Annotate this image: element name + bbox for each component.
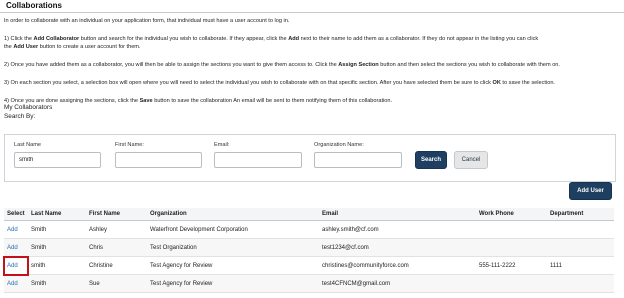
add-collaborator-link[interactable]: Add bbox=[7, 245, 18, 251]
search-by-heading: Search By: bbox=[4, 113, 36, 120]
select-cell: Add bbox=[4, 238, 28, 257]
column-header-email: Email bbox=[319, 208, 476, 221]
step-1-bold-add: Add bbox=[288, 36, 300, 42]
step-3-text: to save the selection. bbox=[500, 80, 555, 86]
table-row: Add Smith Sue Test Agency for Review tes… bbox=[4, 274, 614, 293]
add-collaborator-link[interactable]: Add bbox=[7, 227, 18, 233]
intro-text: In order to collaborate with an individu… bbox=[4, 18, 290, 24]
page-title: Collaborations bbox=[6, 1, 63, 10]
step-4-bold-save: Save bbox=[139, 98, 153, 104]
instruction-step-2: 2) Once you have added them as a collabo… bbox=[4, 61, 616, 69]
organization-name-label: Organization Name: bbox=[314, 142, 364, 148]
select-cell-highlighted: Add bbox=[3, 255, 29, 276]
email-label: Email: bbox=[214, 142, 230, 148]
last-name-cell: Smith bbox=[28, 238, 86, 257]
organization-cell: Test Agency for Review bbox=[147, 256, 319, 275]
step-4-text: button to save the collaboration An emai… bbox=[152, 98, 393, 104]
department-cell bbox=[547, 238, 614, 257]
email-cell: test1234@cf.com bbox=[319, 238, 476, 257]
search-button[interactable]: Search bbox=[415, 151, 447, 169]
table-row: Add Smith Ashley Waterfront Development … bbox=[4, 220, 614, 239]
search-panel: Last Name First Name: Email: Organizatio… bbox=[4, 134, 616, 182]
add-collaborator-link[interactable]: Add bbox=[7, 263, 18, 269]
email-cell: ashley.smith@cf.com bbox=[319, 220, 476, 239]
step-2-bold-assign-section: Assign Section bbox=[338, 62, 379, 68]
work-phone-cell bbox=[476, 274, 547, 293]
title-bar: Collaborations bbox=[0, 0, 624, 12]
step-1-text: 1) Click the bbox=[4, 36, 34, 42]
column-header-organization: Organization bbox=[147, 208, 319, 221]
department-cell bbox=[547, 220, 614, 239]
step-1-text: next to their name to add them as a coll… bbox=[299, 36, 539, 42]
step-1-text: button to create a user account for them… bbox=[38, 44, 141, 50]
department-cell bbox=[547, 274, 614, 293]
email-cell: christines@communityforce.com bbox=[319, 256, 476, 275]
select-cell: Add bbox=[4, 274, 28, 293]
my-collaborators-heading: My Collaborators bbox=[4, 104, 53, 111]
column-header-select: Select bbox=[4, 208, 28, 221]
last-name-cell: Smith bbox=[28, 220, 86, 239]
first-name-input[interactable] bbox=[115, 152, 202, 168]
last-name-input[interactable] bbox=[14, 152, 101, 168]
first-name-label: First Name: bbox=[115, 142, 144, 148]
column-header-first-name: First Name bbox=[86, 208, 147, 221]
table-row: Add smith Christine Test Agency for Revi… bbox=[3, 255, 614, 276]
table-row: Add Smith Chris Test Organization test12… bbox=[4, 238, 614, 257]
cancel-button[interactable]: Cancel bbox=[454, 151, 488, 169]
email-cell: test4CFNCM@gmail.com bbox=[319, 274, 476, 293]
column-header-last-name: Last Name bbox=[28, 208, 86, 221]
work-phone-cell bbox=[476, 220, 547, 239]
step-1-text: the bbox=[4, 44, 14, 50]
work-phone-cell bbox=[476, 238, 547, 257]
add-user-button[interactable]: Add User bbox=[569, 182, 612, 200]
column-header-department: Department bbox=[547, 208, 614, 221]
first-name-cell: Sue bbox=[86, 274, 147, 293]
column-header-work-phone: Work Phone bbox=[476, 208, 547, 221]
last-name-label: Last Name bbox=[14, 142, 42, 148]
step-1-text: button and search for the individual you… bbox=[79, 36, 289, 42]
step-3-text: 3) On each section you select, a selecti… bbox=[4, 80, 493, 86]
title-divider bbox=[0, 12, 624, 13]
step-1-bold-add-user: Add User bbox=[13, 44, 39, 50]
first-name-cell: Chris bbox=[86, 238, 147, 257]
last-name-cell: Smith bbox=[28, 274, 86, 293]
step-3-bold-ok: OK bbox=[492, 80, 501, 86]
collaborators-table: Select Last Name First Name Organization… bbox=[3, 208, 614, 293]
add-collaborator-link[interactable]: Add bbox=[7, 281, 18, 287]
step-2-text: 2) Once you have added them as a collabo… bbox=[4, 62, 339, 68]
last-name-cell: smith bbox=[28, 256, 86, 275]
work-phone-cell: 555-111-2222 bbox=[476, 256, 547, 275]
organization-cell: Waterfront Development Corporation bbox=[147, 220, 319, 239]
step-1-bold-add-collaborator: Add Collaborator bbox=[33, 36, 80, 42]
table-header-row: Select Last Name First Name Organization… bbox=[4, 208, 614, 221]
first-name-cell: Christine bbox=[86, 256, 147, 275]
organization-name-input[interactable] bbox=[314, 152, 402, 168]
department-cell: 1111 bbox=[547, 256, 614, 275]
first-name-cell: Ashley bbox=[86, 220, 147, 239]
step-2-text: button and then select the sections you … bbox=[378, 62, 560, 68]
instruction-step-4: 4) Once you are done assigning the secti… bbox=[4, 97, 616, 105]
instruction-step-3: 3) On each section you select, a selecti… bbox=[4, 79, 616, 87]
organization-cell: Test Agency for Review bbox=[147, 274, 319, 293]
email-input[interactable] bbox=[214, 152, 302, 168]
instruction-step-1: 1) Click the Add Collaborator button and… bbox=[4, 35, 616, 51]
organization-cell: Test Organization bbox=[147, 238, 319, 257]
select-cell: Add bbox=[4, 220, 28, 239]
